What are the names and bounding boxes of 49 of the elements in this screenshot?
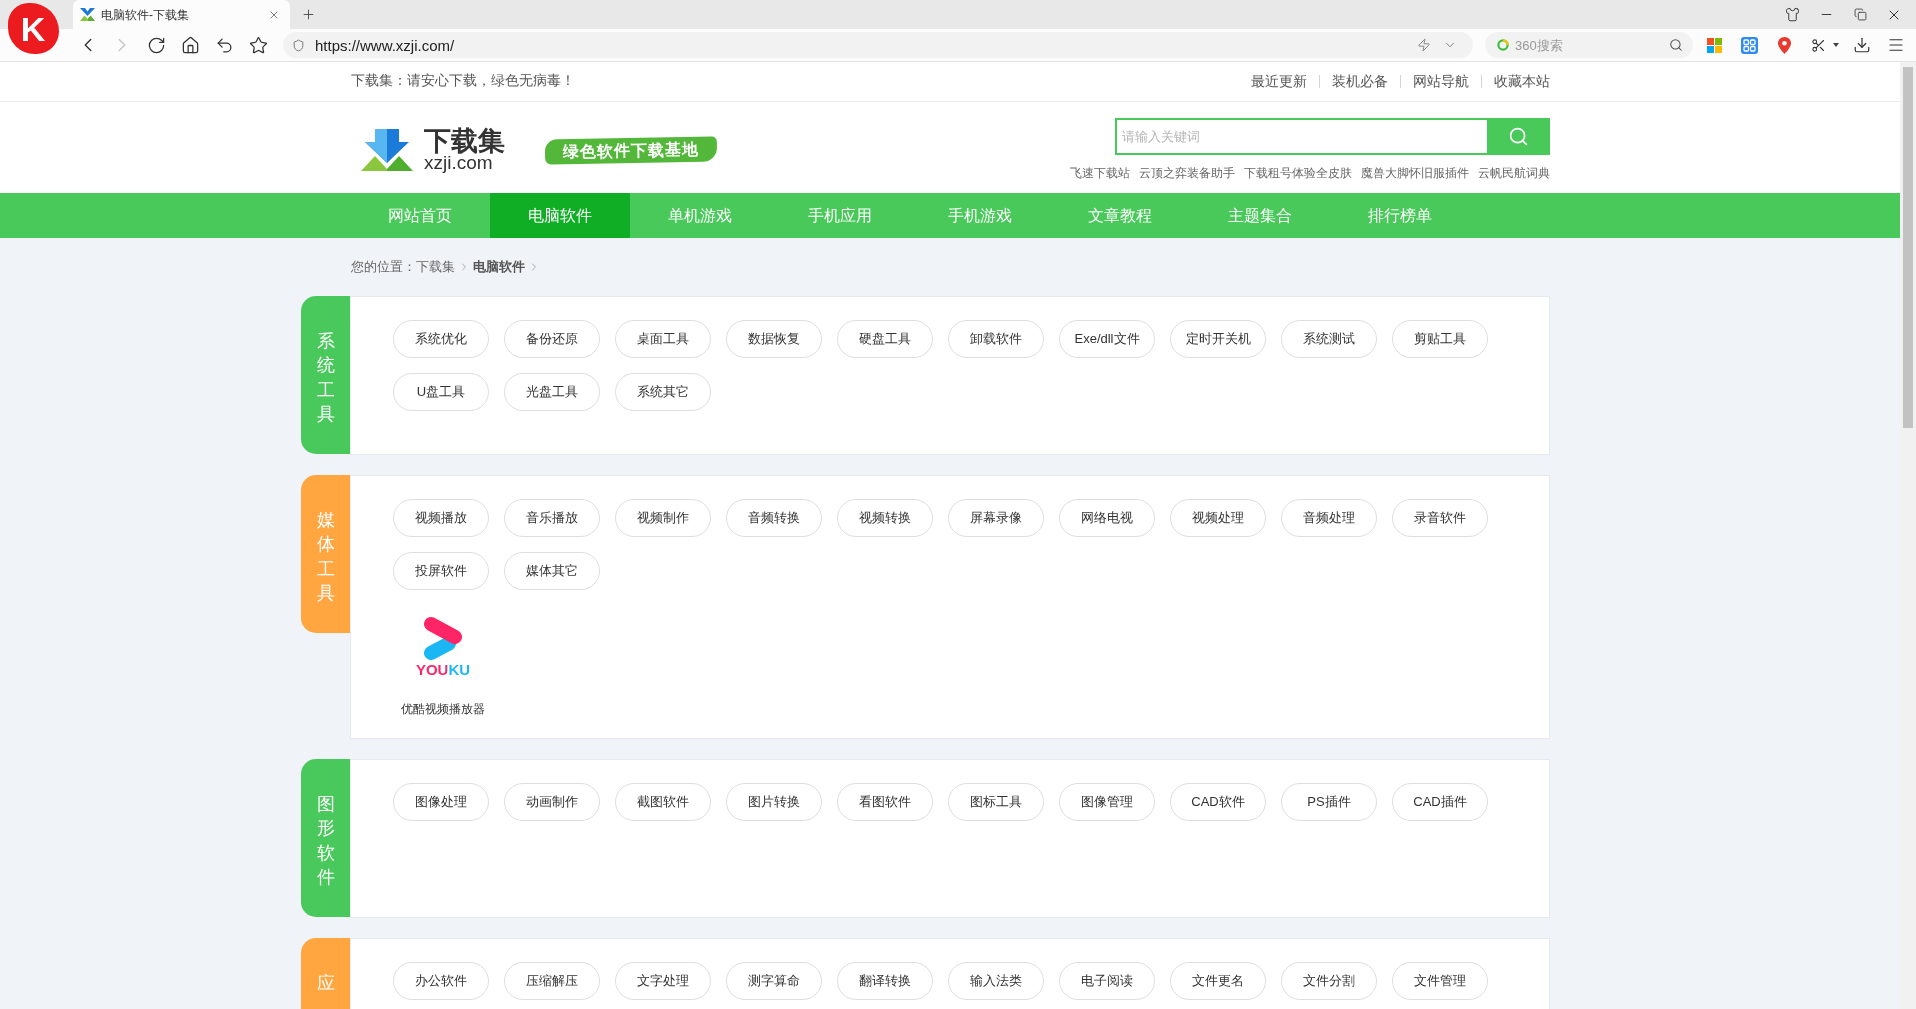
breadcrumb-link[interactable]: 下载集	[416, 257, 455, 277]
logo-domain: xzji.com	[424, 154, 493, 172]
caret-down-icon[interactable]	[1833, 43, 1839, 47]
search-field[interactable]: 360搜索	[1485, 32, 1693, 58]
slogan-banner: 绿色软件下载基地	[544, 136, 718, 164]
ring-logo-icon	[1497, 39, 1509, 51]
category-label: 应	[301, 938, 350, 1009]
top-link[interactable]: 收藏本站	[1482, 71, 1550, 92]
shield-icon[interactable]	[292, 38, 305, 52]
logo-title: 下载集	[424, 128, 505, 154]
top-link[interactable]: 网站导航	[1401, 71, 1481, 92]
new-tab-icon[interactable]	[301, 7, 316, 22]
scissors-icon[interactable]	[1811, 37, 1826, 53]
category-label: 图形软件	[301, 759, 350, 917]
search-icon	[1508, 126, 1529, 147]
lightning-icon[interactable]	[1417, 38, 1431, 52]
app-name[interactable]: 优酷视频播放器	[401, 702, 485, 716]
breadcrumb-link[interactable]: 电脑软件	[473, 257, 525, 277]
download-icon[interactable]	[1853, 36, 1871, 54]
site-favicon-icon	[80, 8, 95, 21]
shirt-icon[interactable]	[1784, 7, 1800, 22]
four-squares-icon[interactable]	[1706, 37, 1722, 53]
app-grid-icon[interactable]	[1740, 36, 1758, 54]
hot-link[interactable]: 魔兽大脚怀旧服插件	[1361, 166, 1469, 180]
restore-icon[interactable]	[1853, 8, 1867, 21]
browser-logo[interactable]: K	[7, 3, 59, 54]
hot-link[interactable]: 下载租号体验全皮肤	[1244, 166, 1352, 180]
reload-icon[interactable]	[146, 35, 166, 55]
menu-icon[interactable]	[1887, 36, 1905, 54]
logo-text: YOUKU	[415, 662, 471, 677]
star-icon[interactable]	[248, 35, 268, 55]
logo-icon[interactable]	[361, 129, 413, 171]
top-link[interactable]: 装机必备	[1320, 71, 1400, 92]
category-label: 系统工具	[301, 296, 350, 454]
address-bar[interactable]: https://www.xzji.com/	[283, 32, 1473, 58]
hot-link[interactable]: 云顶之弈装备助手	[1139, 166, 1235, 180]
top-link[interactable]: 最近更新	[1251, 71, 1319, 92]
notice-text: 下载集：请安心下载，绿色无病毒！	[350, 72, 575, 91]
map-pin-icon[interactable]	[1777, 36, 1791, 54]
scrollbar-thumb[interactable]	[1903, 67, 1913, 428]
play-logo-icon	[423, 616, 463, 661]
breadcrumb-label: 您的位置：	[351, 258, 416, 277]
browser-tab[interactable]: 电脑软件-下载集	[73, 0, 290, 29]
category-label: 媒体工具	[301, 475, 350, 633]
hot-link[interactable]: 飞速下载站	[1070, 166, 1130, 180]
home-icon[interactable]	[180, 35, 200, 55]
search-icon[interactable]	[1669, 38, 1683, 52]
search-field[interactable]: 请输入关键词	[1115, 118, 1487, 155]
hot-link[interactable]: 云帆民航词典	[1478, 166, 1550, 180]
